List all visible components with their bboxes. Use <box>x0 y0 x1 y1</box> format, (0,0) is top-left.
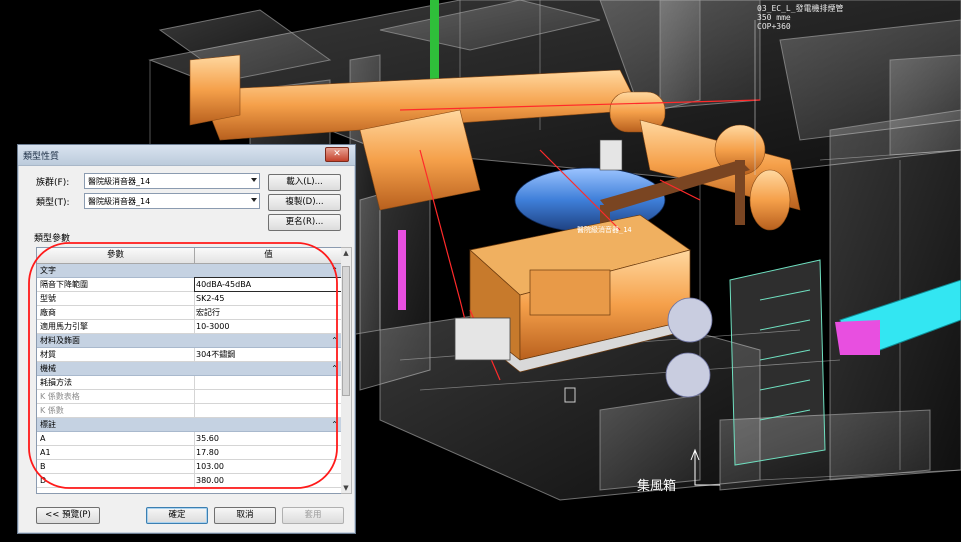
table-row[interactable]: 型號 SK2-45 <box>37 292 342 306</box>
cancel-button[interactable]: 取消 <box>214 507 276 524</box>
param-value[interactable]: 17.80 <box>196 446 219 459</box>
group-label: 標註 <box>40 420 56 429</box>
param-value[interactable]: 35.60 <box>196 432 219 445</box>
param-value[interactable]: 380.00 <box>196 474 224 487</box>
column-header-parameter[interactable]: 參數 <box>37 248 195 263</box>
param-name: 材質 <box>40 350 56 359</box>
param-value[interactable]: 10-3000 <box>196 320 229 333</box>
plenum-callout: 集風箱 <box>637 479 677 494</box>
table-row: K 係數表格 <box>37 390 342 404</box>
pipe-tag-name: 03_EC_L_發電機排煙管 <box>757 4 844 13</box>
param-name: 廠商 <box>40 308 56 317</box>
column-header-value[interactable]: 值 <box>195 248 342 263</box>
table-row[interactable]: 隔音下降範圍 40dBA-45dBA <box>37 277 342 292</box>
param-value[interactable]: 宏記行 <box>196 306 220 319</box>
scroll-up-icon[interactable]: ▲ <box>341 248 351 258</box>
param-name: A1 <box>40 448 51 457</box>
param-name: 適用馬力引擎 <box>40 322 88 331</box>
scroll-down-icon[interactable]: ▼ <box>341 483 351 493</box>
chevron-down-icon <box>251 178 257 182</box>
grid-header: 參數 值 <box>37 248 342 264</box>
table-row[interactable]: D 380.00 <box>37 474 342 488</box>
close-button[interactable]: ✕ <box>325 147 349 162</box>
silencer-tag: 醫院級消音器_14 <box>577 226 632 234</box>
table-row[interactable]: A1 17.80 <box>37 446 342 460</box>
table-row[interactable]: B 103.00 <box>37 460 342 474</box>
table-row[interactable]: A 35.60 <box>37 432 342 446</box>
ok-button[interactable]: 確定 <box>146 507 208 524</box>
group-row-mechanical[interactable]: 機械 ⌃ <box>37 362 342 376</box>
family-dropdown[interactable]: 醫院級消音器_14 <box>84 173 260 189</box>
group-row-text[interactable]: 文字 ⌃ <box>37 264 342 278</box>
group-row-materials[interactable]: 材料及飾面 ⌃ <box>37 334 342 348</box>
table-row[interactable]: 適用馬力引擎 10-3000 <box>37 320 342 334</box>
dialog-title: 類型性質 <box>23 152 60 162</box>
family-value: 醫院級消音器_14 <box>88 177 151 186</box>
collapse-icon[interactable]: ⌃ <box>331 362 338 375</box>
type-properties-dialog: 類型性質 ✕ 族群(F): 醫院級消音器_14 載入(L)... 類型(T): … <box>17 144 356 534</box>
group-row-dimensions[interactable]: 標註 ⌃ <box>37 418 342 432</box>
table-row[interactable]: 廠商 宏記行 <box>37 306 342 320</box>
group-label: 文字 <box>40 266 56 275</box>
magenta-riser <box>398 230 406 310</box>
group-label: 機械 <box>40 364 56 373</box>
pipe-tag-offset: COP+360 <box>757 22 791 31</box>
rename-button[interactable]: 更名(R)... <box>268 214 341 231</box>
parameter-grid: 參數 值 文字 ⌃ 隔音下降範圍 40dBA-45dBA 型號 SK2-45 廠… <box>36 247 343 494</box>
pipe-tag: 03_EC_L_發電機排煙管 350 mme COP+360 <box>757 4 844 31</box>
param-value[interactable]: SK2-45 <box>196 292 224 305</box>
chevron-down-icon <box>251 198 257 202</box>
table-row[interactable]: 材質 304不鏽鋼 <box>37 348 342 362</box>
group-label: 材料及飾面 <box>40 336 80 345</box>
param-name: 隔音下降範圍 <box>40 280 88 289</box>
param-name: D <box>40 476 47 485</box>
collapse-icon[interactable]: ⌃ <box>331 264 338 277</box>
grid-scrollbar[interactable]: ▲ ▼ <box>341 247 352 494</box>
preview-button[interactable]: << 預覽(P) <box>36 507 100 524</box>
param-name: A <box>40 434 46 443</box>
type-label: 類型(T): <box>36 198 70 208</box>
param-value[interactable]: 40dBA-45dBA <box>196 278 251 291</box>
pipe-tag-size: 350 mme <box>757 13 791 22</box>
load-button[interactable]: 載入(L)... <box>268 174 341 191</box>
param-value[interactable]: 304不鏽鋼 <box>196 348 235 361</box>
type-parameters-label: 類型參數 <box>34 234 71 244</box>
type-dropdown[interactable]: 醫院級消音器_14 <box>84 193 260 209</box>
dialog-titlebar[interactable]: 類型性質 ✕ <box>18 145 355 166</box>
air-plenum <box>729 259 826 466</box>
apply-button[interactable]: 套用 <box>282 507 344 524</box>
param-name: 型號 <box>40 294 56 303</box>
collapse-icon[interactable]: ⌃ <box>331 418 338 431</box>
duplicate-button[interactable]: 複製(D)... <box>268 194 341 211</box>
scroll-thumb[interactable] <box>342 266 350 396</box>
family-label: 族群(F): <box>36 178 70 188</box>
param-value[interactable]: 103.00 <box>196 460 224 473</box>
param-name: K 係數 <box>40 406 64 415</box>
param-name: K 係數表格 <box>40 392 80 401</box>
param-name: 耗損方法 <box>40 378 72 387</box>
table-row[interactable]: 耗損方法 <box>37 376 342 390</box>
type-value: 醫院級消音器_14 <box>88 197 151 206</box>
table-row: K 係數 <box>37 404 342 418</box>
grid-rows: 文字 ⌃ 隔音下降範圍 40dBA-45dBA 型號 SK2-45 廠商 宏記行… <box>37 264 342 488</box>
param-name: B <box>40 462 46 471</box>
collapse-icon[interactable]: ⌃ <box>331 334 338 347</box>
